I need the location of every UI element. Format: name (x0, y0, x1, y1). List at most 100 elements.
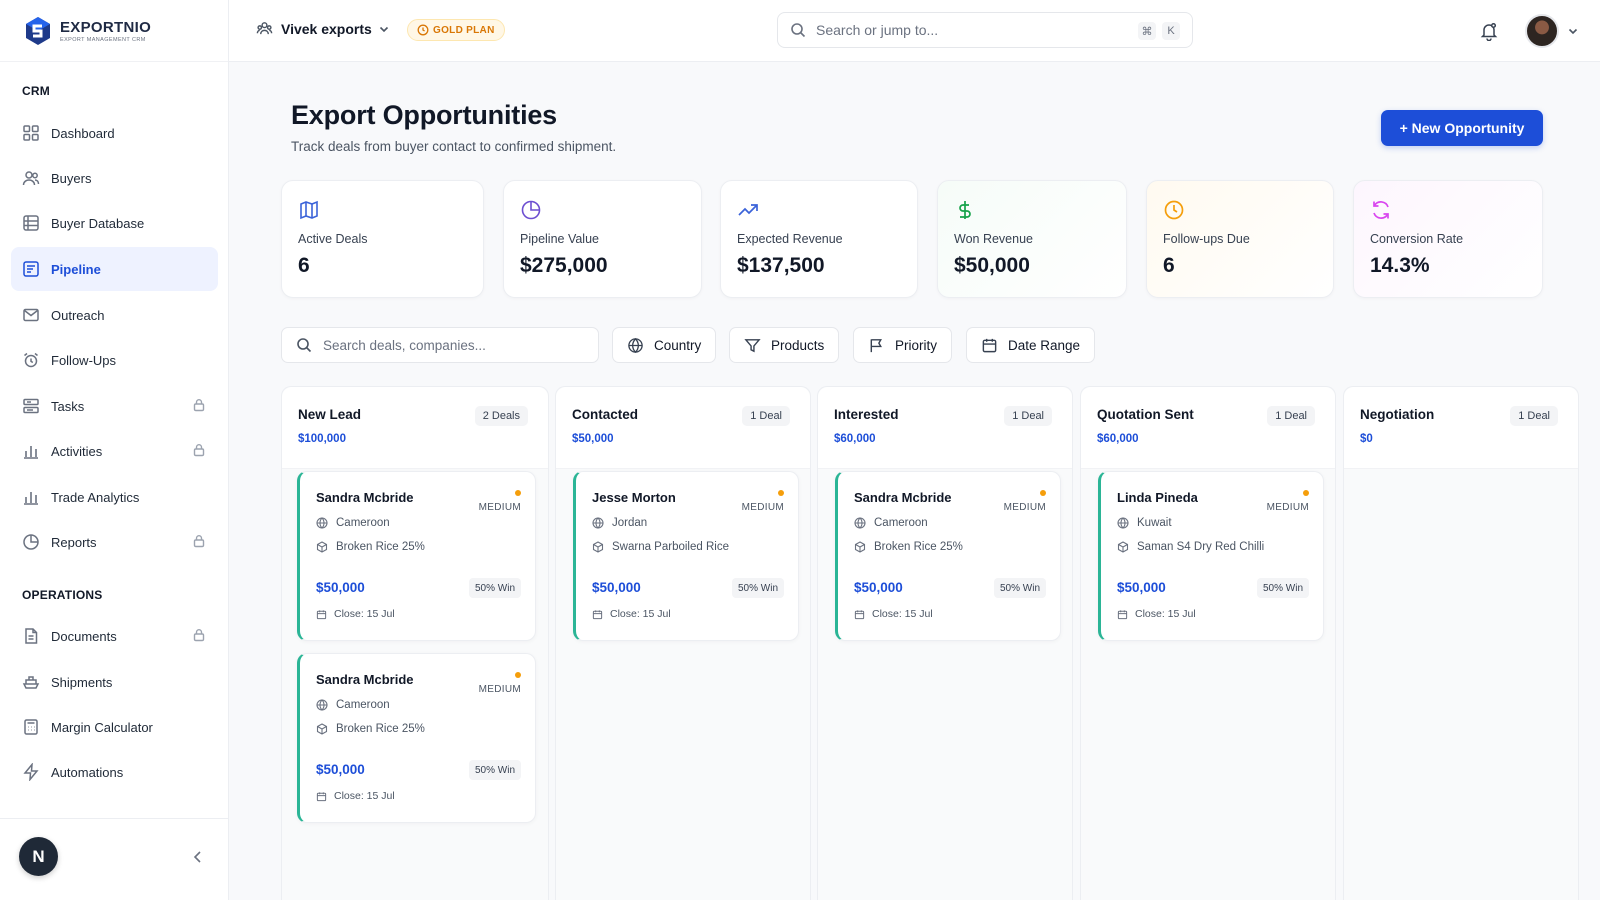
deal-close-date: Close: 15 Jul (316, 608, 395, 620)
deal-card[interactable]: MEDIUM Linda Pineda Kuwait Saman S4 Dry … (1098, 471, 1324, 641)
user-avatar-initial[interactable]: N (19, 837, 58, 876)
lock-icon (193, 399, 205, 412)
deal-card[interactable]: MEDIUM Sandra Mcbride Cameroon Broken Ri… (297, 471, 536, 641)
priority-label: MEDIUM (1266, 502, 1309, 513)
document-icon (25, 628, 38, 644)
sidebar-item-label: Documents (51, 628, 117, 644)
deal-search[interactable] (281, 327, 599, 363)
clock-icon (1164, 200, 1184, 220)
columns-icon (300, 200, 318, 220)
deal-country: Cameroon (316, 517, 519, 529)
sidebar-item-trade-analytics[interactable]: Trade Analytics (11, 475, 218, 519)
grid-icon (23, 125, 39, 141)
sidebar-item-tasks[interactable]: Tasks (11, 384, 218, 428)
deal-product: Swarna Parboiled Rice (592, 541, 782, 553)
sidebar-item-label: Pipeline (51, 261, 101, 277)
ship-icon (22, 676, 40, 689)
column-total: $60,000 (1097, 433, 1139, 445)
priority-label: MEDIUM (478, 684, 521, 695)
stat-label: Pipeline Value (520, 232, 599, 246)
filter-country-button[interactable]: Country (612, 327, 717, 363)
filter-date-range-button[interactable]: Date Range (966, 327, 1096, 363)
deal-country: Jordan (592, 517, 782, 529)
nav-section-operations: OPERATIONS (22, 588, 103, 602)
column-count-badge: 1 Deal (1510, 406, 1558, 426)
users-icon (22, 171, 40, 186)
deal-close-text: Close: 15 Jul (1135, 608, 1196, 620)
deal-country: Kuwait (1117, 517, 1307, 529)
sidebar-item-label: Margin Calculator (51, 719, 153, 735)
globe-icon (1117, 517, 1129, 529)
stat-card-conversion-rate: Conversion Rate 14.3% (1353, 180, 1543, 298)
database-icon (23, 215, 39, 231)
clock-icon (417, 24, 429, 36)
priority-dot (1303, 490, 1309, 496)
priority-dot (515, 490, 521, 496)
pipeline-icon (23, 261, 39, 277)
sidebar-item-automations[interactable]: Automations (11, 750, 218, 794)
filter-products-button[interactable]: Products (729, 327, 840, 363)
column-header: Contacted $50,000 1 Deal (556, 387, 810, 469)
deal-close-date: Close: 15 Jul (1117, 608, 1196, 620)
sidebar-item-label: Buyer Database (51, 215, 145, 231)
refresh-icon (1373, 201, 1389, 219)
plan-label: GOLD PLAN (433, 24, 495, 36)
win-probability-badge: 50% Win (468, 760, 521, 780)
workspace-switcher[interactable]: Vivek exports (256, 20, 390, 37)
column-count-badge: 1 Deal (742, 406, 790, 426)
column-header: Interested $60,000 1 Deal (818, 387, 1072, 469)
sidebar-item-buyer-database[interactable]: Buyer Database (11, 201, 218, 245)
stat-card-pipeline-value: Pipeline Value $275,000 (503, 180, 702, 298)
deal-card[interactable]: MEDIUM Jesse Morton Jordan Swarna Parboi… (573, 471, 799, 641)
deal-country-text: Cameroon (874, 517, 928, 529)
deal-product-text: Broken Rice 25% (874, 541, 963, 553)
page-title: Export Opportunities (291, 100, 558, 130)
package-icon (854, 541, 866, 553)
sidebar-item-pipeline[interactable]: Pipeline (11, 247, 218, 291)
stat-label: Active Deals (298, 232, 368, 246)
sidebar-item-documents[interactable]: Documents (11, 614, 218, 658)
filter-priority-button[interactable]: Priority (853, 327, 953, 363)
sidebar-item-label: Activities (51, 443, 103, 459)
deal-search-input[interactable] (323, 337, 583, 353)
nav-section-crm: CRM (22, 84, 50, 98)
filter-label: Country (654, 337, 702, 353)
page-subtitle: Track deals from buyer contact to confir… (291, 139, 617, 154)
global-search-input[interactable] (816, 22, 1116, 38)
sidebar-item-outreach[interactable]: Outreach (11, 293, 218, 337)
sidebar-item-buyers[interactable]: Buyers (11, 156, 218, 200)
mail-icon (23, 308, 39, 322)
dollar-icon (959, 201, 971, 219)
sidebar-item-reports[interactable]: Reports (11, 520, 218, 564)
sidebar-item-activities[interactable]: Activities (11, 429, 218, 473)
deal-close-text: Close: 15 Jul (334, 608, 395, 620)
sidebar-item-margin-calculator[interactable]: Margin Calculator (11, 705, 218, 749)
bell-icon[interactable] (1479, 21, 1499, 41)
column-total: $60,000 (834, 433, 876, 445)
deal-card[interactable]: MEDIUM Sandra Mcbride Cameroon Broken Ri… (835, 471, 1061, 641)
stat-value: 6 (1163, 254, 1175, 277)
chevron-left-icon[interactable] (190, 849, 206, 865)
filter-label: Priority (895, 337, 938, 353)
sidebar-item-follow-ups[interactable]: Follow-Ups (11, 338, 218, 382)
sidebar-item-shipments[interactable]: Shipments (11, 660, 218, 704)
sidebar-item-label: Shipments (51, 674, 113, 690)
deal-country-text: Kuwait (1137, 517, 1172, 529)
chevron-down-icon[interactable] (1567, 25, 1579, 37)
stat-label: Follow-ups Due (1163, 232, 1250, 246)
deal-close-date: Close: 15 Jul (316, 790, 395, 802)
sidebar-item-label: Reports (51, 534, 97, 550)
calendar-icon (316, 791, 327, 801)
stat-value: $137,500 (737, 254, 825, 277)
new-opportunity-button[interactable]: + New Opportunity (1381, 110, 1543, 146)
globe-icon (316, 699, 328, 711)
sidebar-item-label: Dashboard (51, 125, 115, 141)
win-probability-badge: 50% Win (731, 578, 784, 598)
brand[interactable]: EXPORTNIO EXPORT MANAGEMENT CRM (0, 0, 228, 62)
user-avatar[interactable] (1525, 14, 1559, 48)
priority-label: MEDIUM (478, 502, 521, 513)
deal-card[interactable]: MEDIUM Sandra Mcbride Cameroon Broken Ri… (297, 653, 536, 823)
sidebar-item-dashboard[interactable]: Dashboard (11, 111, 218, 155)
trending-up-icon (738, 204, 758, 216)
global-search[interactable]: ⌘ K (777, 12, 1193, 48)
